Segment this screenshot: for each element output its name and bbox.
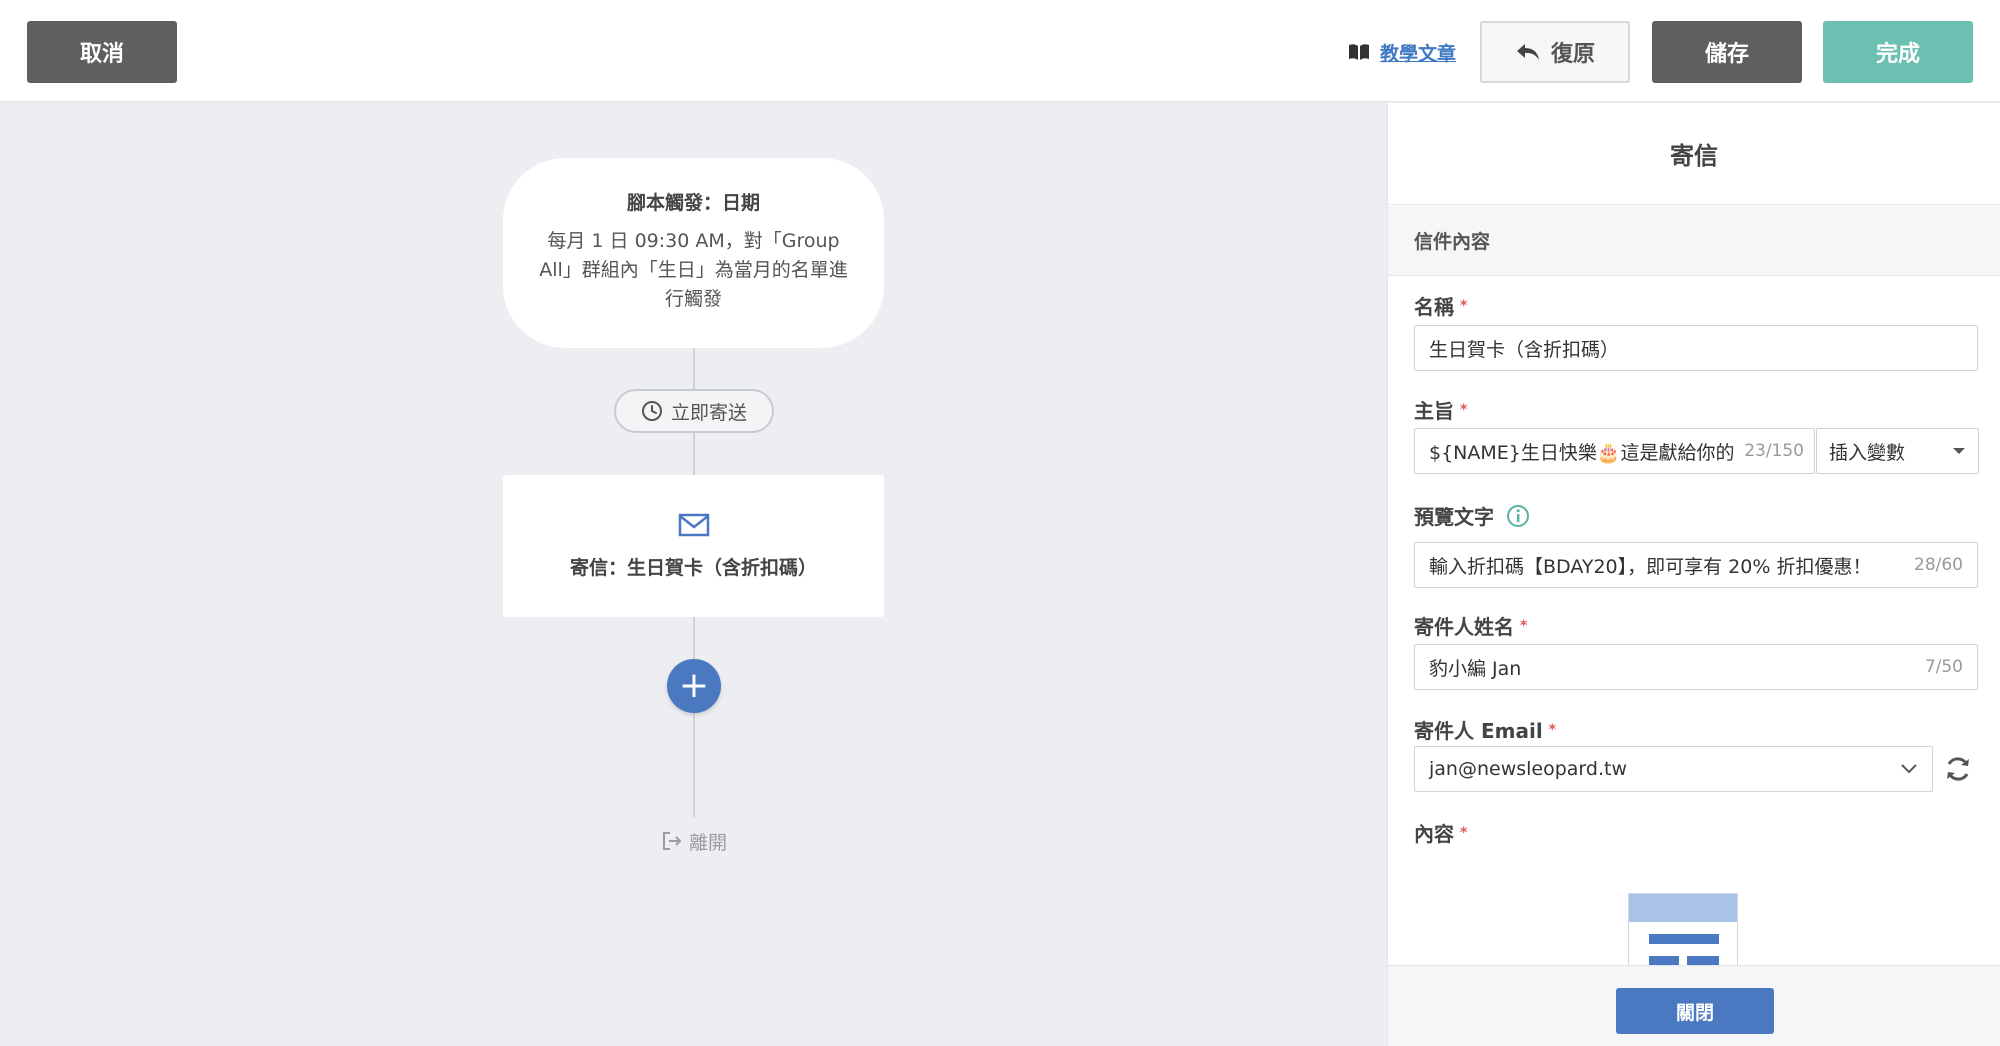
panel-footer: 關閉 bbox=[1388, 965, 2000, 1046]
trigger-node[interactable]: 腳本觸發：日期 每月 1 日 09:30 AM，對「Group All」群組內「… bbox=[503, 158, 884, 348]
required-mark: * bbox=[1520, 617, 1528, 634]
close-button[interactable]: 關閉 bbox=[1616, 988, 1774, 1034]
sender-name-label: 寄件人姓名 * bbox=[1414, 615, 1528, 639]
refresh-icon[interactable] bbox=[1942, 753, 1974, 785]
subject-char-count: 23/150 bbox=[1744, 441, 1804, 461]
trigger-description: 每月 1 日 09:30 AM，對「Group All」群組內「生日」為當月的名… bbox=[539, 230, 848, 310]
preview-text-label: 預覽文字 bbox=[1414, 501, 1530, 530]
clock-icon bbox=[641, 401, 662, 421]
preview-text-input[interactable]: 輸入折扣碼【BDAY20】，即可享有 20% 折扣優惠！ 28/60 bbox=[1414, 542, 1978, 588]
preview-char-count: 28/60 bbox=[1914, 555, 1963, 575]
exit-label: 離開 bbox=[689, 831, 728, 854]
top-toolbar: 取消 教學文章 復原 儲存 完成 bbox=[0, 0, 2000, 102]
required-mark: * bbox=[1548, 721, 1556, 738]
sender-name-char-count: 7/50 bbox=[1924, 657, 1963, 677]
subject-label: 主旨 * bbox=[1414, 399, 1468, 423]
required-mark: * bbox=[1460, 401, 1468, 418]
info-icon[interactable] bbox=[1506, 504, 1530, 528]
delay-step[interactable]: 立即寄送 bbox=[614, 389, 774, 433]
tutorial-link[interactable]: 教學文章 bbox=[1380, 39, 1456, 66]
connector-line bbox=[693, 617, 695, 659]
email-step-node[interactable]: 寄信：生日賀卡（含折扣碼） bbox=[503, 475, 884, 617]
flow-canvas: 腳本觸發：日期 每月 1 日 09:30 AM，對「Group All」群組內「… bbox=[0, 103, 1387, 1046]
insert-variable-dropdown[interactable]: 插入變數 bbox=[1816, 428, 1979, 474]
email-settings-panel: 寄信 信件內容 名稱 * 生日賀卡（含折扣碼） 主旨 * ${NAME}生日快樂🎂這… bbox=[1387, 103, 2000, 1046]
done-button[interactable]: 完成 bbox=[1823, 21, 1973, 83]
delay-label: 立即寄送 bbox=[670, 401, 747, 424]
template-icon bbox=[1629, 894, 1737, 966]
name-label: 名稱 * bbox=[1414, 295, 1468, 319]
trigger-title: 腳本觸發：日期 bbox=[626, 192, 760, 214]
sender-email-label: 寄件人 Email * bbox=[1414, 719, 1556, 743]
connector-line bbox=[693, 348, 695, 389]
email-step-label: 寄信：生日賀卡（含折扣碼） bbox=[569, 557, 817, 579]
connector-line bbox=[693, 433, 695, 475]
cancel-button[interactable]: 取消 bbox=[27, 21, 177, 83]
name-input[interactable]: 生日賀卡（含折扣碼） bbox=[1414, 325, 1978, 371]
subject-value: ${NAME}生日快樂🎂這是獻給你的 bbox=[1429, 441, 1735, 464]
panel-title: 寄信 bbox=[1388, 103, 2000, 205]
chevron-down-icon bbox=[1901, 764, 1917, 774]
caret-down-icon bbox=[1953, 448, 1965, 454]
envelope-icon bbox=[678, 513, 709, 537]
undo-label: 復原 bbox=[1550, 42, 1595, 67]
sender-email-select[interactable]: jan@newsleopard.tw bbox=[1414, 746, 1933, 792]
section-header: 信件內容 bbox=[1388, 206, 2000, 276]
subject-input[interactable]: ${NAME}生日快樂🎂這是獻給你的 23/150 bbox=[1414, 428, 1815, 474]
required-mark: * bbox=[1460, 824, 1468, 841]
content-label: 內容 * bbox=[1414, 822, 1468, 846]
book-icon bbox=[1349, 44, 1369, 60]
tutorial-link-group[interactable]: 教學文章 bbox=[1348, 38, 1456, 66]
save-button[interactable]: 儲存 bbox=[1652, 21, 1802, 83]
exit-icon bbox=[663, 832, 682, 850]
undo-button[interactable]: 復原 bbox=[1480, 21, 1630, 83]
add-step-button[interactable]: + bbox=[667, 659, 721, 713]
undo-icon bbox=[1516, 44, 1539, 60]
exit-node: 離開 bbox=[661, 827, 727, 855]
sender-name-input[interactable]: 豹小編 Jan 7/50 bbox=[1414, 644, 1978, 690]
content-template-thumbnail[interactable] bbox=[1628, 893, 1738, 968]
required-mark: * bbox=[1460, 297, 1468, 314]
connector-line bbox=[693, 713, 695, 817]
